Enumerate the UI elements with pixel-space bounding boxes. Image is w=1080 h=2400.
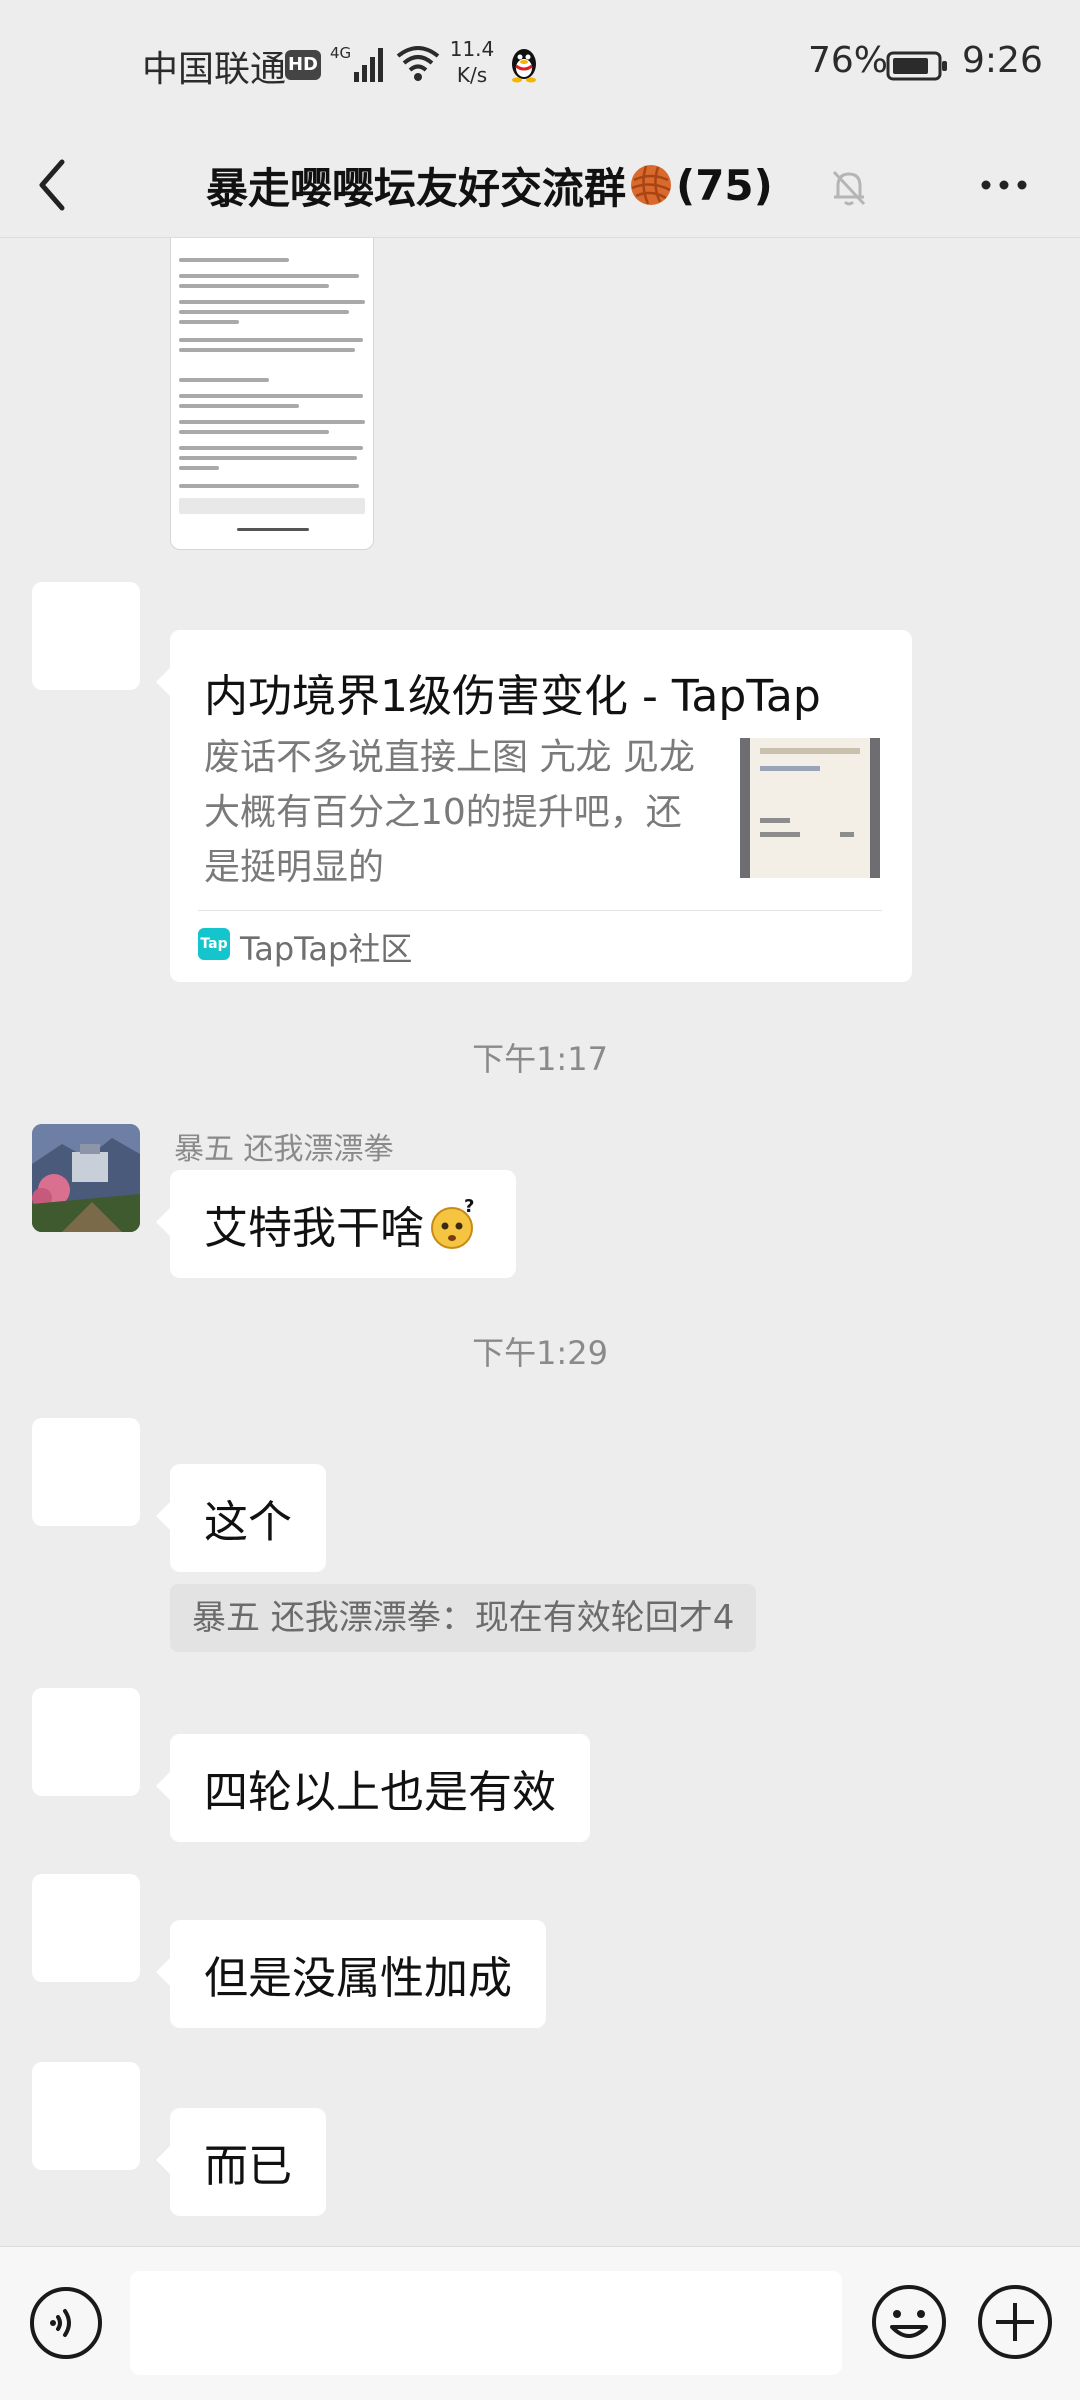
- message-text: 艾特我干啥: [204, 1203, 424, 1254]
- clock: 9:26: [962, 40, 1043, 81]
- link-card-source: TapTap社区: [240, 930, 413, 968]
- avatar-landscape-icon: [32, 1124, 140, 1232]
- quoted-reply[interactable]: 暴五 还我漂漂拳：现在有效轮回才4: [170, 1584, 757, 1652]
- avatar[interactable]: [32, 1418, 140, 1526]
- link-card-title: 内功境界1级伤害变化 - TapTap: [204, 671, 821, 722]
- battery-icon: [886, 51, 947, 81]
- yarn-ball-icon: [631, 165, 672, 205]
- message-bubble[interactable]: 而已: [156, 2108, 326, 2216]
- battery-percent: 76%: [808, 40, 889, 81]
- link-card-thumbnail: [740, 738, 880, 878]
- wifi-icon: [396, 46, 440, 81]
- status-bar: 中国联通 HD 4G 11.4 K/s 76% 9:26: [0, 0, 1080, 130]
- link-card-divider: [198, 910, 882, 911]
- avatar[interactable]: [32, 582, 140, 690]
- network-speed: 11.4 K/s: [447, 36, 497, 88]
- signal-icon: 4G: [330, 44, 383, 82]
- message-list[interactable]: 内功境界1级伤害变化 - TapTap 废话不多说直接上图 亢龙 见龙 大概有百…: [0, 238, 1080, 2246]
- message-text: 四轮以上也是有效: [204, 1767, 556, 1818]
- more-icon[interactable]: [976, 160, 1032, 210]
- back-icon[interactable]: [32, 150, 72, 220]
- message-bubble[interactable]: 这个: [156, 1464, 326, 1572]
- emoji-icon[interactable]: [870, 2283, 948, 2361]
- link-card-message[interactable]: 内功境界1级伤害变化 - TapTap 废话不多说直接上图 亢龙 见龙 大概有百…: [156, 630, 912, 982]
- message-text: 但是没属性加成: [204, 1953, 512, 2004]
- message-bubble[interactable]: 但是没属性加成: [156, 1920, 546, 2028]
- taptap-icon: Tap: [198, 928, 230, 960]
- plus-icon[interactable]: [976, 2283, 1054, 2361]
- avatar[interactable]: [32, 1688, 140, 1796]
- image-message[interactable]: [170, 238, 374, 550]
- chat-screen: 中国联通 HD 4G 11.4 K/s 76% 9:26 暴走嘤嘤坛友好交流群 …: [0, 0, 1080, 2400]
- input-bar: [0, 2246, 1080, 2400]
- link-card-description: 废话不多说直接上图 亢龙 见龙 大概有百分之10的提升吧，还是挺明显的: [204, 737, 695, 888]
- message-input[interactable]: [130, 2271, 842, 2375]
- svg-text:?: ?: [464, 1196, 474, 1217]
- mute-bell-icon: [832, 170, 866, 206]
- avatar[interactable]: [32, 1124, 140, 1232]
- network-speed-value: 11.4: [449, 37, 495, 61]
- carrier-label: 中国联通: [142, 49, 287, 90]
- timestamp: 下午1:29: [472, 1334, 608, 1372]
- timestamp: 下午1:17: [472, 1040, 608, 1078]
- confused-emoji-icon: ?: [431, 1196, 474, 1249]
- group-name: 暴走嘤嘤坛友好交流群: [206, 163, 627, 213]
- message-text: 而已: [204, 2141, 292, 2192]
- avatar[interactable]: [32, 2062, 140, 2170]
- chat-title[interactable]: 暴走嘤嘤坛友好交流群 (75): [206, 150, 773, 220]
- qq-penguin-icon: [512, 49, 536, 83]
- message-bubble[interactable]: 四轮以上也是有效: [156, 1734, 590, 1842]
- message-text: 这个: [204, 1497, 292, 1548]
- hd-badge: HD: [285, 50, 321, 80]
- network-speed-unit: K/s: [456, 63, 488, 87]
- member-count: (75): [676, 160, 773, 210]
- message-bubble[interactable]: 艾特我干啥 ?: [156, 1170, 516, 1278]
- network-type-label: 4G: [330, 44, 351, 62]
- chat-header: 暴走嘤嘤坛友好交流群 (75): [0, 130, 1080, 238]
- avatar[interactable]: [32, 1874, 140, 1982]
- sender-nickname: 暴五 还我漂漂拳: [174, 1132, 394, 1167]
- voice-icon[interactable]: [28, 2285, 104, 2361]
